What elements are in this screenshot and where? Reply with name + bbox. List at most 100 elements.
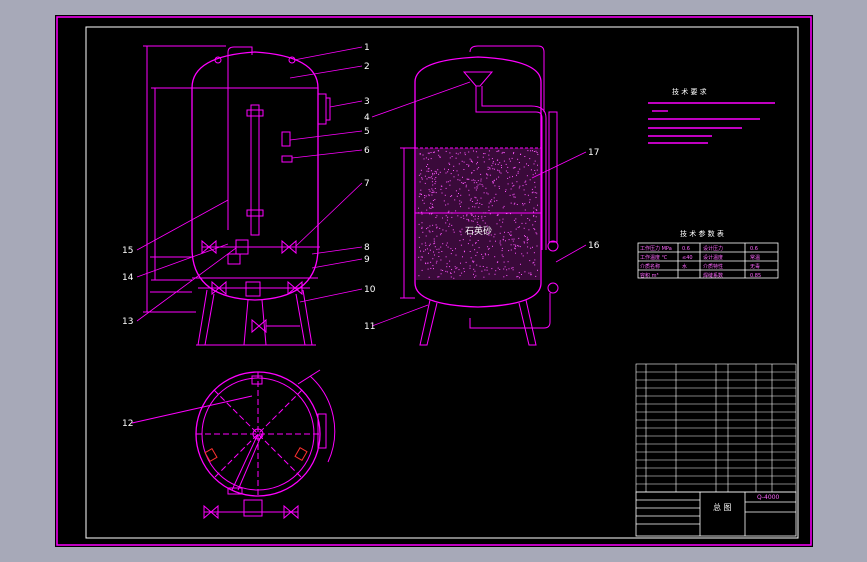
sand-speck — [492, 162, 494, 164]
sand-speck — [428, 194, 430, 196]
sand-speck — [476, 202, 478, 204]
sand-speck — [438, 248, 440, 250]
sand-speck — [516, 276, 518, 278]
sand-speck — [536, 233, 538, 235]
sand-speck — [476, 221, 478, 223]
sand-speck — [428, 276, 430, 278]
sand-speck — [480, 173, 482, 175]
sand-speck — [424, 242, 426, 244]
sand-speck — [460, 201, 462, 203]
sand-speck — [473, 179, 475, 181]
sand-speck — [507, 177, 509, 179]
sand-speck — [470, 161, 472, 162]
sand-speck — [449, 266, 451, 268]
sand-speck — [440, 246, 442, 248]
sand-speck — [440, 233, 442, 234]
sand-speck — [459, 230, 461, 232]
sand-speck — [451, 156, 453, 157]
sand-speck — [441, 251, 443, 252]
sand-speck — [514, 196, 516, 198]
sand-speck — [461, 228, 463, 230]
sand-speck — [523, 166, 525, 168]
sand-speck — [425, 157, 427, 159]
sand-speck — [469, 239, 471, 241]
sand-speck — [447, 181, 449, 183]
sand-speck — [430, 208, 432, 209]
sand-speck — [455, 254, 457, 256]
sand-speck — [462, 256, 463, 258]
sand-speck — [445, 215, 447, 217]
sand-speck — [481, 215, 483, 217]
sand-speck — [453, 231, 455, 233]
sand-speck — [435, 172, 437, 174]
sand-speck — [528, 229, 530, 231]
callout-13: 13 — [122, 317, 133, 327]
sand-speck — [436, 215, 438, 217]
sand-speck — [488, 154, 490, 156]
sand-speck — [460, 194, 462, 196]
sand-speck — [519, 168, 521, 170]
sand-speck — [469, 265, 471, 267]
callout-8: 8 — [364, 243, 370, 253]
sand-speck — [513, 153, 514, 155]
sand-speck — [422, 199, 424, 201]
sand-speck — [461, 160, 463, 162]
callout-7: 7 — [364, 179, 370, 189]
sand-speck — [464, 152, 466, 154]
sand-speck — [518, 272, 520, 274]
sand-speck — [419, 153, 421, 155]
sand-speck — [468, 194, 470, 196]
sand-speck — [428, 252, 429, 254]
sand-speck — [430, 170, 432, 172]
sand-speck — [435, 171, 437, 173]
sand-speck — [492, 182, 494, 184]
sand-speck — [427, 268, 429, 270]
sand-speck — [471, 201, 473, 202]
drawing-sheet: 1 2 3 4 5 6 7 8 9 10 11 12 13 14 15 16 1… — [55, 15, 813, 547]
sand-speck — [428, 189, 430, 191]
sand-speck — [439, 227, 441, 229]
sand-speck — [434, 151, 435, 153]
sand-speck — [475, 197, 477, 199]
sand-speck — [453, 277, 455, 279]
design-table-title: 技 术 参 数 表 — [680, 229, 724, 238]
sand-speck — [499, 242, 501, 244]
sand-speck — [493, 168, 495, 170]
sand-speck — [477, 218, 479, 220]
sand-speck — [426, 248, 428, 250]
sand-speck — [438, 251, 440, 253]
sand-speck — [418, 174, 420, 176]
sand-speck — [431, 178, 433, 180]
sand-speck — [482, 185, 484, 187]
sand-speck — [534, 264, 536, 266]
sand-speck — [421, 211, 423, 213]
sand-speck — [529, 219, 531, 221]
sand-speck — [483, 153, 485, 155]
callout-12: 12 — [122, 419, 133, 429]
sand-speck — [420, 169, 422, 171]
sand-speck — [482, 256, 484, 258]
sand-speck — [445, 172, 447, 174]
sand-speck — [500, 164, 502, 166]
sand-speck — [477, 180, 479, 182]
sand-speck — [442, 229, 444, 231]
sand-speck — [458, 193, 459, 194]
sand-speck — [427, 164, 429, 165]
sand-speck — [426, 228, 427, 230]
sand-speck — [435, 192, 437, 194]
sand-speck — [440, 269, 442, 271]
sand-speck — [472, 260, 473, 262]
param-cell: 工作温度 ℃ — [640, 254, 668, 261]
sand-speck — [457, 153, 459, 155]
sand-speck — [500, 226, 502, 228]
sand-speck — [496, 261, 498, 263]
sand-speck — [523, 241, 525, 243]
sand-speck — [450, 273, 452, 274]
sand-speck — [537, 204, 538, 206]
drawing-code: Q-4000 — [757, 494, 780, 501]
sand-speck — [430, 202, 432, 204]
sand-speck — [434, 199, 436, 201]
sand-speck — [486, 192, 488, 194]
sand-speck — [519, 226, 520, 228]
sand-speck — [440, 273, 442, 275]
